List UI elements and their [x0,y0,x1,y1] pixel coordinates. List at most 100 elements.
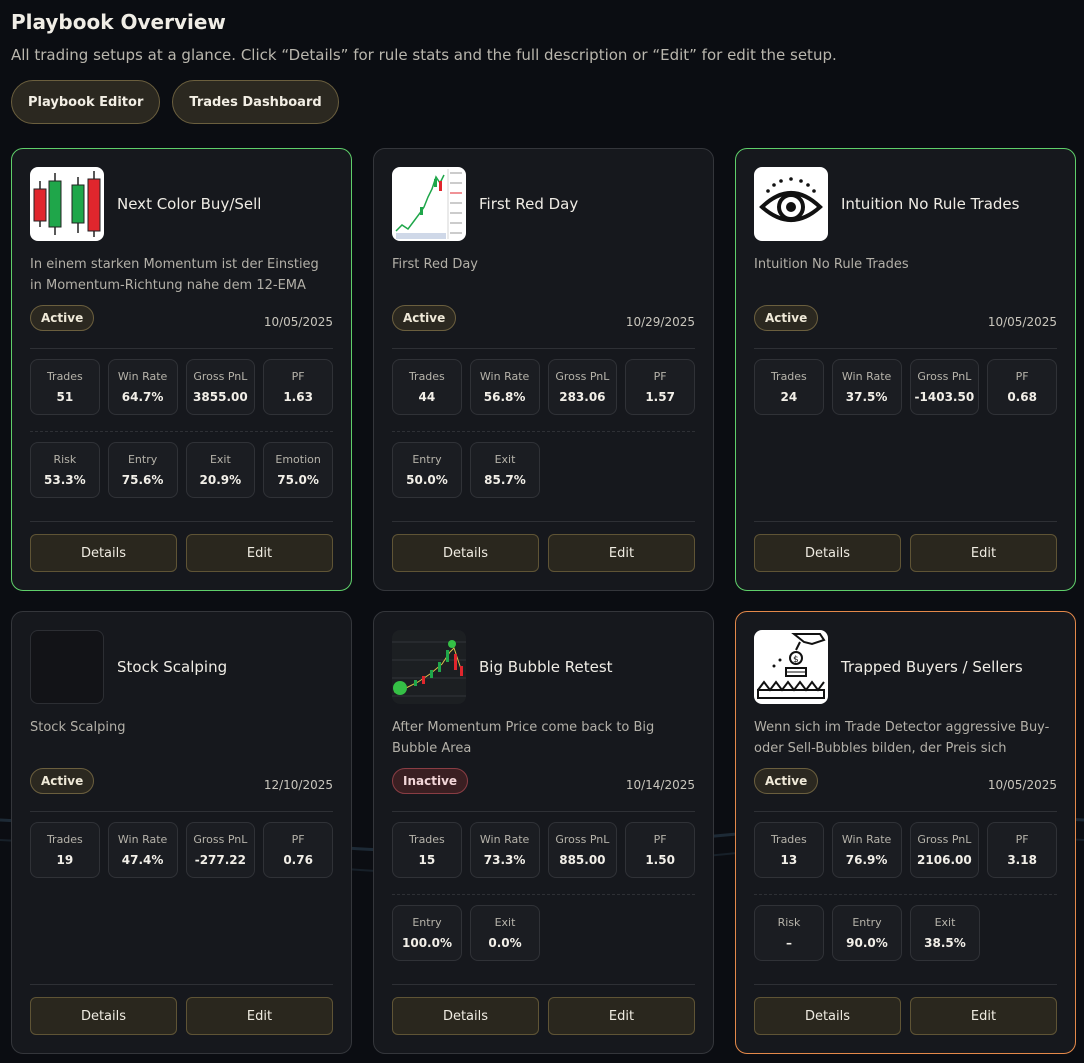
stat-trades: Trades 44 [392,359,462,415]
playbook-card: $ Trapped Buyers / Sellers Wenn sich im … [735,611,1076,1054]
status-badge: Active [754,305,819,331]
stat-win-rate: Win Rate 76.9% [831,822,902,878]
stat-pf: PF 0.68 [987,359,1057,415]
playbook-card: Next Color Buy/Sell In einem starken Mom… [11,148,352,591]
svg-text:$: $ [793,655,799,665]
details-button[interactable]: Details [754,534,901,572]
rule-stats-row: Entry 100.0% Exit 0.0% [392,905,695,961]
card-date: 10/14/2025 [625,778,695,792]
edit-button[interactable]: Edit [548,997,695,1035]
stat-pf: PF 3.18 [987,822,1057,878]
status-badge: Active [30,305,95,331]
details-button[interactable]: Details [30,997,177,1035]
edit-button[interactable]: Edit [910,534,1057,572]
stats-row: Trades 19 Win Rate 47.4% Gross PnL -277.22 … [30,822,333,878]
playbook-card: Stock Scalping Stock Scalping Active 12/… [11,611,352,1054]
rule-entry: Entry 50.0% [392,442,462,498]
card-description: First Red Day [392,257,478,272]
rule-stats-row: Risk – Entry 90.0% Exit 38.5% [754,905,1057,961]
edit-button[interactable]: Edit [548,534,695,572]
rule-risk: Risk 53.3% [30,442,100,498]
page-title: Playbook Overview [11,10,226,34]
card-description: In einem starken Momentum ist der Einsti… [30,257,319,293]
stat-gross-pnl: Gross PnL 2106.00 [909,822,980,878]
details-button[interactable]: Details [30,534,177,572]
rule-entry: Entry 100.0% [392,905,462,961]
card-description: After Momentum Price come back to Big Bu… [392,720,655,756]
stat-gross-pnl: Gross PnL 3855.00 [185,359,256,415]
playbook-grid: Next Color Buy/Sell In einem starken Mom… [11,148,1076,1054]
rule-stats-row: Risk 53.3% Entry 75.6% Exit 20.9% Emotion 75… [30,442,333,498]
stat-win-rate: Win Rate 73.3% [469,822,540,878]
stat-pf: PF 1.57 [625,359,695,415]
details-button[interactable]: Details [392,997,539,1035]
stats-row: Trades 13 Win Rate 76.9% Gross PnL 2106.00 … [754,822,1057,878]
rule-entry: Entry 75.6% [107,442,178,498]
playbook-card: Big Bubble Retest After Momentum Price c… [373,611,714,1054]
status-badge: Active [30,768,95,794]
chart-thumbnail-icon [392,167,466,241]
eye-icon [754,167,828,241]
card-title: Intuition No Rule Trades [841,195,1020,213]
top-button-bar: Playbook Editor Trades Dashboard [11,80,1073,124]
card-description: Wenn sich im Trade Detector aggressive B… [754,720,1050,756]
bubble-chart-icon [392,630,466,704]
stat-pf: PF 1.50 [625,822,695,878]
rule-risk: Risk – [754,905,824,961]
rule-entry: Entry 90.0% [832,905,902,961]
page-subtitle: All trading setups at a glance. Click “D… [11,46,837,64]
trades-dashboard-button[interactable]: Trades Dashboard [172,80,339,124]
stat-win-rate: Win Rate 56.8% [469,359,540,415]
card-date: 12/10/2025 [263,778,333,792]
stats-row: Trades 51 Win Rate 64.7% Gross PnL 3855.00 … [30,359,333,415]
stat-trades: Trades 13 [754,822,824,878]
playbook-card: Intuition No Rule Trades Intuition No Ru… [735,148,1076,591]
edit-button[interactable]: Edit [186,534,333,572]
rule-exit: Exit 20.9% [185,442,256,498]
details-button[interactable]: Details [392,534,539,572]
empty-thumbnail-icon [30,630,104,704]
rule-exit: Exit 38.5% [910,905,980,961]
stat-gross-pnl: Gross PnL -1403.50 [909,359,980,415]
stats-row: Trades 24 Win Rate 37.5% Gross PnL -1403.50… [754,359,1057,415]
card-title: First Red Day [479,195,579,213]
stat-win-rate: Win Rate 37.5% [831,359,902,415]
rule-exit: Exit 0.0% [470,905,540,961]
stat-trades: Trades 51 [30,359,100,415]
stat-pf: PF 1.63 [263,359,333,415]
stats-row: Trades 15 Win Rate 73.3% Gross PnL 885.00 P… [392,822,695,878]
candlestick-icon [30,167,104,241]
playbook-card: First Red Day First Red Day Active 10/29… [373,148,714,591]
card-date: 10/05/2025 [987,315,1057,329]
stat-trades: Trades 19 [30,822,100,878]
stat-win-rate: Win Rate 47.4% [107,822,178,878]
stat-win-rate: Win Rate 64.7% [107,359,178,415]
stat-trades: Trades 24 [754,359,824,415]
trap-icon: $ [754,630,828,704]
rule-emotion: Emotion 75.0% [263,442,333,498]
card-description: Stock Scalping [30,720,126,735]
card-title: Trapped Buyers / Sellers [841,658,1023,676]
rule-exit: Exit 85.7% [470,442,540,498]
card-date: 10/05/2025 [263,315,333,329]
stat-pf: PF 0.76 [263,822,333,878]
stat-gross-pnl: Gross PnL 283.06 [547,359,618,415]
status-badge: Active [754,768,819,794]
card-description: Intuition No Rule Trades [754,257,909,272]
card-title: Stock Scalping [117,658,228,676]
status-badge: Active [392,305,457,331]
card-title: Next Color Buy/Sell [117,195,262,213]
stat-gross-pnl: Gross PnL -277.22 [185,822,256,878]
stat-gross-pnl: Gross PnL 885.00 [547,822,618,878]
stats-row: Trades 44 Win Rate 56.8% Gross PnL 283.06 P… [392,359,695,415]
edit-button[interactable]: Edit [186,997,333,1035]
card-date: 10/29/2025 [625,315,695,329]
playbook-editor-button[interactable]: Playbook Editor [11,80,161,124]
stat-trades: Trades 15 [392,822,462,878]
edit-button[interactable]: Edit [910,997,1057,1035]
rule-stats-row: Entry 50.0% Exit 85.7% [392,442,695,498]
status-badge: Inactive [392,768,469,794]
card-date: 10/05/2025 [987,778,1057,792]
card-title: Big Bubble Retest [479,658,613,676]
details-button[interactable]: Details [754,997,901,1035]
